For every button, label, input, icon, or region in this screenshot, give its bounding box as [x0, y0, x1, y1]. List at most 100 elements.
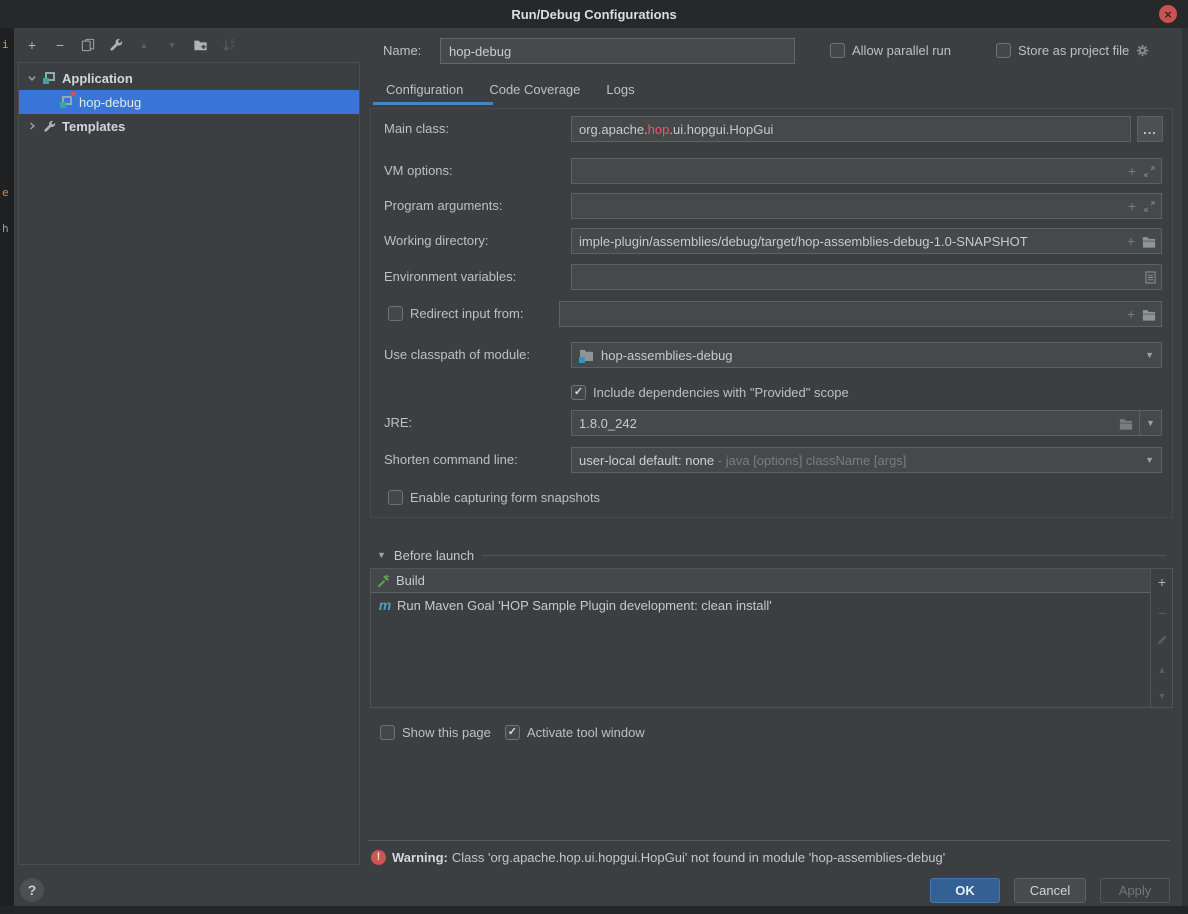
include-provided-option: ✓ Include dependencies with "Provided" s…	[571, 385, 849, 400]
classpath-module-combobox[interactable]: hop-assemblies-debug ▼	[571, 342, 1162, 368]
before-launch-item-label: Run Maven Goal 'HOP Sample Plugin develo…	[397, 598, 772, 613]
add-icon[interactable]: +	[1128, 199, 1136, 213]
jre-combobox[interactable]: 1.8.0_242 ▼	[571, 410, 1162, 436]
editor-fragment: e	[2, 186, 9, 199]
sort-letter-z: z	[231, 45, 235, 51]
warning-message: ! Warning: Class 'org.apache.hop.ui.hopg…	[371, 848, 945, 866]
add-configuration-icon[interactable]: +	[24, 37, 40, 53]
remove-configuration-icon[interactable]: −	[52, 37, 68, 53]
environment-variables-input[interactable]	[571, 264, 1162, 290]
show-this-page-checkbox[interactable]	[380, 725, 395, 740]
move-task-down-icon[interactable]: ▼	[1154, 688, 1170, 704]
warning-prefix: Warning:	[392, 850, 448, 865]
redirect-input-checkbox[interactable]	[388, 306, 403, 321]
shorten-command-line-combobox[interactable]: user-local default: none - java [options…	[571, 447, 1162, 473]
editor-fragment: h	[2, 222, 9, 235]
tree-item-hop-debug[interactable]: hop-debug	[19, 90, 359, 114]
activate-tool-window-checkbox[interactable]: ✓	[505, 725, 520, 740]
cancel-button[interactable]: Cancel	[1014, 878, 1086, 903]
divider	[368, 840, 1170, 841]
main-class-value-suffix: .ui.hopgui.HopGui	[669, 122, 773, 137]
folder-browse-icon[interactable]	[1119, 417, 1133, 430]
background-strip-right	[1182, 28, 1188, 906]
working-directory-input[interactable]: imple-plugin/assemblies/debug/target/hop…	[571, 228, 1162, 254]
jre-value: 1.8.0_242	[579, 416, 637, 431]
folder-browse-icon[interactable]	[1142, 235, 1156, 248]
titlebar: Run/Debug Configurations ×	[0, 0, 1188, 28]
chevron-down-icon[interactable]: ▼	[1145, 350, 1154, 360]
tab-code-coverage[interactable]: Code Coverage	[489, 82, 580, 97]
tree-item-templates[interactable]: Templates	[19, 114, 359, 138]
maven-icon: m	[377, 597, 393, 613]
copy-configuration-icon[interactable]	[80, 37, 96, 53]
folder-browse-icon[interactable]	[1142, 308, 1156, 321]
apply-button[interactable]: Apply	[1100, 878, 1170, 903]
tab-logs[interactable]: Logs	[606, 82, 634, 97]
add-icon[interactable]: +	[1128, 164, 1136, 178]
main-class-browse-button[interactable]: ...	[1137, 116, 1163, 142]
program-arguments-input[interactable]: +	[571, 193, 1162, 219]
sort-configurations-icon[interactable]: az	[220, 37, 236, 53]
tree-item-application[interactable]: Application	[19, 66, 359, 90]
vm-options-input[interactable]: +	[571, 158, 1162, 184]
shorten-value: user-local default: none	[579, 453, 714, 468]
shorten-hint: - java [options] className [args]	[714, 453, 906, 468]
shorten-command-line-label: Shorten command line:	[384, 447, 518, 473]
chevron-down-icon[interactable]: ▼	[1139, 411, 1161, 435]
ok-button[interactable]: OK	[930, 878, 1000, 903]
edit-variables-icon[interactable]	[1145, 271, 1156, 284]
tree-item-label: Application	[62, 71, 133, 86]
expand-icon[interactable]	[1143, 165, 1156, 178]
divider	[482, 555, 1166, 556]
before-launch-item-build[interactable]: Build	[371, 569, 1150, 593]
chevron-down-icon[interactable]: ▼	[1145, 455, 1154, 465]
name-value: hop-debug	[449, 44, 511, 59]
remove-task-icon[interactable]: −	[1154, 605, 1170, 621]
edit-templates-icon[interactable]	[108, 37, 124, 53]
move-up-icon[interactable]: ▲	[136, 37, 152, 53]
show-this-page-option: Show this page	[380, 725, 491, 740]
configurations-tree: Application hop-debug Templates	[18, 62, 360, 865]
main-class-input[interactable]: org.apache.hop.ui.hopgui.HopGui	[571, 116, 1131, 142]
edit-task-icon[interactable]	[1154, 632, 1170, 648]
before-launch-list: Build m Run Maven Goal 'HOP Sample Plugi…	[370, 568, 1151, 708]
expand-icon[interactable]	[1143, 200, 1156, 213]
new-folder-icon[interactable]	[192, 37, 208, 53]
main-class-value-error: hop	[648, 122, 670, 137]
activate-tool-window-label: Activate tool window	[527, 725, 645, 740]
store-settings-gear-icon[interactable]	[1135, 43, 1150, 58]
help-button[interactable]: ?	[20, 878, 44, 902]
before-launch-header[interactable]: ▼ Before launch	[377, 546, 1166, 564]
include-provided-checkbox[interactable]: ✓	[571, 385, 586, 400]
allow-parallel-run-checkbox[interactable]	[830, 43, 845, 58]
warning-icon: !	[371, 850, 386, 865]
classpath-module-label: Use classpath of module:	[384, 342, 530, 368]
add-task-icon[interactable]: +	[1154, 574, 1170, 590]
chevron-right-icon[interactable]	[27, 121, 37, 131]
redirect-input-field[interactable]: +	[559, 301, 1162, 327]
before-launch-item-maven[interactable]: m Run Maven Goal 'HOP Sample Plugin deve…	[371, 593, 1150, 617]
program-arguments-label: Program arguments:	[384, 193, 503, 219]
add-icon[interactable]: +	[1127, 234, 1135, 248]
collapse-triangle-icon[interactable]: ▼	[377, 550, 386, 560]
name-input[interactable]: hop-debug	[440, 38, 795, 64]
main-class-label: Main class:	[384, 116, 449, 142]
form-snapshots-checkbox[interactable]	[388, 490, 403, 505]
allow-parallel-run-option: Allow parallel run	[830, 43, 951, 58]
activate-tool-window-option: ✓ Activate tool window	[505, 725, 645, 740]
jre-label: JRE:	[384, 410, 412, 436]
tree-item-label: hop-debug	[79, 95, 141, 110]
move-task-up-icon[interactable]: ▲	[1154, 662, 1170, 678]
configuration-editor: Name: hop-debug Allow parallel run Store…	[360, 28, 1182, 906]
add-icon[interactable]: +	[1127, 307, 1135, 321]
store-as-project-file-checkbox[interactable]	[996, 43, 1011, 58]
working-directory-label: Working directory:	[384, 228, 489, 254]
allow-parallel-run-label: Allow parallel run	[852, 43, 951, 58]
chevron-down-icon[interactable]	[27, 73, 37, 83]
move-down-icon[interactable]: ▼	[164, 37, 180, 53]
tab-configuration[interactable]: Configuration	[386, 82, 463, 97]
store-as-project-file-label: Store as project file	[1018, 43, 1129, 58]
show-this-page-label: Show this page	[402, 725, 491, 740]
close-icon[interactable]: ×	[1159, 5, 1177, 23]
configurations-sidebar: + − ▲ ▼ az Application hop-debug	[14, 28, 360, 906]
